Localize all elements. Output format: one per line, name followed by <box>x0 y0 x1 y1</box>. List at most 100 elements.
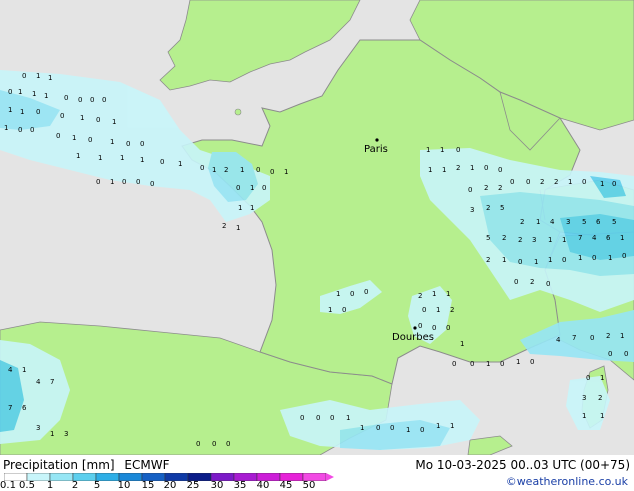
station-value: 1 <box>600 180 604 188</box>
station-value: 0 <box>256 166 260 174</box>
station-value: 0 <box>418 322 422 330</box>
station-value: 1 <box>236 224 240 232</box>
station-value: 2 <box>606 332 610 340</box>
station-value: 3 <box>582 394 586 402</box>
scale-label: 35 <box>233 480 247 491</box>
station-value: 0 <box>270 168 274 176</box>
station-value: 1 <box>620 234 624 242</box>
station-value: 6 <box>606 234 611 242</box>
credit-link[interactable]: ©weatheronline.co.uk <box>506 475 628 488</box>
station-value: 2 <box>554 178 558 186</box>
station-value: 2 <box>530 278 534 286</box>
station-value: 1 <box>250 204 254 212</box>
scale-label: 10 <box>117 480 131 491</box>
station-value: 2 <box>456 164 460 172</box>
station-value: 2 <box>418 292 422 300</box>
station-value: 1 <box>110 178 114 186</box>
station-value: 1 <box>76 152 80 160</box>
station-value: 0 <box>546 280 550 288</box>
station-value: 0 <box>446 324 450 332</box>
station-value: 1 <box>460 340 464 348</box>
station-value: 2 <box>486 256 490 264</box>
station-value: 2 <box>598 394 602 402</box>
scale-label: 40 <box>256 480 270 491</box>
station-value: 0 <box>126 140 130 148</box>
station-value: 1 <box>568 178 572 186</box>
station-value: 0 <box>582 178 586 186</box>
forecast-datetime: Mo 10-03-2025 00..03 UTC (00+75) <box>415 458 630 472</box>
station-value: 7 <box>578 234 582 242</box>
station-value: 1 <box>238 204 242 212</box>
station-value: 1 <box>600 412 604 420</box>
station-value: 0 <box>18 126 22 134</box>
station-value: 4 <box>8 366 13 374</box>
scale-label: 2 <box>71 480 79 491</box>
station-value: 1 <box>240 166 244 174</box>
station-value: 1 <box>442 166 446 174</box>
station-value: 4 <box>550 218 555 226</box>
station-value: 1 <box>536 218 540 226</box>
station-value: 1 <box>582 412 586 420</box>
station-value: 0 <box>498 166 502 174</box>
station-value: 0 <box>96 178 100 186</box>
station-value: 0 <box>64 94 68 102</box>
city-dot-paris <box>375 138 379 142</box>
scale-label: 5 <box>93 480 101 491</box>
station-value: 1 <box>20 108 24 116</box>
station-value: 1 <box>346 414 350 422</box>
station-value: 1 <box>548 256 552 264</box>
station-value: 0 <box>432 324 436 332</box>
station-value: 0 <box>78 96 82 104</box>
scale-label: 20 <box>163 480 177 491</box>
station-value: 1 <box>336 290 340 298</box>
station-value: 0 <box>136 178 140 186</box>
station-value: 0 <box>390 424 394 432</box>
station-value: 0 <box>526 178 530 186</box>
station-value: 1 <box>110 138 114 146</box>
scale-label: 0.1 <box>0 480 16 491</box>
station-value: 6 <box>22 404 27 412</box>
station-value: 0 <box>622 252 626 260</box>
station-value: 1 <box>426 146 430 154</box>
station-value: 1 <box>600 374 604 382</box>
station-value: 1 <box>44 92 48 100</box>
station-value: 0 <box>200 164 204 172</box>
legend-variable: Precipitation [mm] <box>3 458 115 472</box>
station-value: 0 <box>160 158 164 166</box>
station-value: 0 <box>226 440 230 448</box>
station-value: 0 <box>330 414 334 422</box>
station-value: 1 <box>534 258 538 266</box>
station-value: 1 <box>18 88 22 96</box>
station-value: 1 <box>80 114 84 122</box>
station-value: 1 <box>98 154 102 162</box>
scale-label: 0.5 <box>19 480 35 491</box>
station-value: 0 <box>514 278 518 286</box>
precipitation-map-view: 0110111000011001011000101001111010121001… <box>0 0 634 491</box>
station-value: 0 <box>452 360 456 368</box>
station-value: 0 <box>8 88 12 96</box>
station-value: 0 <box>530 358 534 366</box>
station-value: 0 <box>484 164 488 172</box>
station-value: 0 <box>518 258 522 266</box>
station-value: 0 <box>510 178 514 186</box>
station-value: 3 <box>36 424 40 432</box>
station-value: 1 <box>140 156 144 164</box>
station-value: 0 <box>586 374 590 382</box>
station-value: 2 <box>502 234 506 242</box>
legend-title: Precipitation [mm] ECMWF <box>3 458 169 472</box>
station-value: 5 <box>612 218 616 226</box>
station-value: 0 <box>468 186 472 194</box>
station-value: 5 <box>486 234 490 242</box>
scale-label: 15 <box>141 480 155 491</box>
station-value: 1 <box>470 164 474 172</box>
station-value: 1 <box>36 72 40 80</box>
station-value: 0 <box>140 140 144 148</box>
station-value: 2 <box>450 306 454 314</box>
station-value: 1 <box>608 254 612 262</box>
precipitation-map: 0 1 1 0 1 1 1 0 0 0 0 1 1 0 0 1 0 1 1 0 0 0 1 0 1 0 0 1 1 1 1 0 1 0 1 2 1 0 0 1… <box>0 0 634 455</box>
scale-label: 25 <box>186 480 200 491</box>
station-value: 1 <box>22 366 26 374</box>
station-value: 1 <box>8 106 12 114</box>
station-value: 0 <box>470 360 474 368</box>
station-value: 1 <box>502 256 506 264</box>
